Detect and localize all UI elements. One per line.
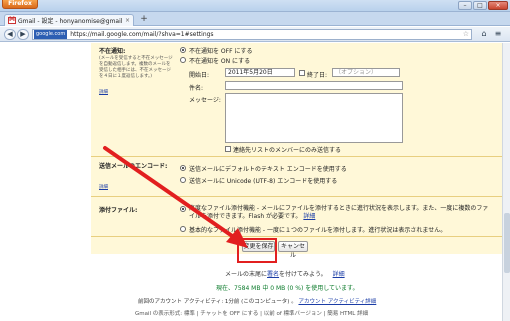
contacts-only-checkbox[interactable] (225, 146, 231, 152)
start-date-label: 開始日: (189, 72, 210, 79)
window-controls: – □ × (458, 1, 508, 10)
window-titlebar: Firefox – □ × (0, 0, 510, 12)
vacation-description: (メールを受信すると不在メッセージを自動返信します。複数のメールを受信した相手に… (99, 56, 173, 79)
new-tab-button[interactable]: + (138, 14, 150, 25)
contacts-only-label[interactable]: 連絡先リストのメンバーにのみ送信する (233, 145, 341, 154)
account-activity: 前回のアカウント アクティビティ: 1分前 (このコンピュータ) 。 アカウント… (138, 297, 376, 305)
tab-title: Gmail - 設定 - honyanomise@gmail.com (18, 18, 123, 25)
tip-detail-link[interactable]: 詳細 (333, 271, 345, 278)
back-button[interactable]: ◀ (4, 29, 16, 40)
save-button-highlight (237, 238, 277, 263)
attachment-advanced-label[interactable]: 高度なファイル添付機能 - メールにファイルを添付するときに進行状況を表示します… (189, 205, 489, 221)
menu-icon[interactable]: ≡ (492, 29, 504, 40)
vertical-scrollbar[interactable] (502, 43, 510, 321)
signature-link[interactable]: 署名 (267, 271, 279, 278)
tip-suffix: を付けてみよう。 (279, 271, 327, 278)
settings-panel: 不在通知: (メールを受信すると不在メッセージを自動返信します。複数のメールを受… (91, 43, 508, 259)
encoding-detail-link[interactable]: 詳細 (99, 185, 108, 191)
section-divider (91, 196, 508, 197)
activity-text: 前回のアカウント アクティビティ: 1分前 (このコンピュータ) 。 (138, 299, 297, 305)
end-date-label: 終了日: (307, 72, 328, 79)
signature-tip: メールの末尾に署名を付けてみよう。 詳細 (225, 269, 345, 278)
vacation-label: 不在通知: (99, 48, 126, 55)
activity-detail-link[interactable]: アカウント アクティビティ詳細 (298, 299, 376, 305)
attachment-advanced-radio[interactable] (180, 206, 186, 212)
close-window-button[interactable]: × (488, 1, 508, 10)
vacation-on-radio[interactable] (180, 57, 186, 63)
home-icon[interactable]: ⌂ (478, 29, 490, 40)
section-divider (91, 156, 508, 157)
attachment-advanced-detail-link[interactable]: 詳細 (303, 213, 315, 220)
bookmark-star-icon[interactable]: ☆ (463, 30, 469, 38)
cancel-button[interactable]: キャンセル (278, 241, 308, 259)
end-date-checkbox[interactable] (299, 70, 305, 76)
section-divider (91, 236, 508, 237)
vacation-detail-link[interactable]: 詳細 (99, 90, 108, 96)
tip-prefix: メールの末尾に (225, 271, 268, 278)
tab-close-icon[interactable]: × (125, 17, 133, 24)
attachments-label: 添付ファイル: (99, 207, 138, 214)
attachment-basic-radio[interactable] (180, 226, 186, 232)
encoding-utf8-radio[interactable] (180, 177, 186, 183)
scrollbar-thumb[interactable] (504, 213, 510, 273)
gmail-favicon-icon (8, 16, 16, 24)
tab-strip: Gmail - 設定 - honyanomise@gmail.com × + (0, 12, 510, 26)
storage-usage: 現在、7584 MB 中 0 MB (0 %) を使用しています。 (216, 285, 359, 292)
firefox-menu-button[interactable]: Firefox (2, 0, 38, 9)
subject-label: 件名: (189, 85, 204, 92)
vacation-off-radio[interactable] (180, 47, 186, 53)
forward-button[interactable]: ▶ (17, 29, 29, 40)
site-identity-badge[interactable]: google.com (34, 30, 68, 39)
subject-field[interactable] (225, 81, 403, 90)
encoding-default-radio[interactable] (180, 165, 186, 171)
message-textarea[interactable] (225, 93, 403, 143)
end-date-field[interactable]: （オプション） (332, 68, 400, 77)
page-content: 不在通知: (メールを受信すると不在メッセージを自動返信します。複数のメールを受… (0, 43, 510, 321)
message-label: メッセージ: (189, 97, 221, 104)
view-options[interactable]: Gmail の表示形式: 標準 | チャットを OFF にする | 以前 of … (135, 309, 368, 317)
vacation-on-label[interactable]: 不在通知を ON にする (189, 56, 250, 65)
encoding-default-label[interactable]: 送信メールにデフォルトのテキスト エンコードを使用する (189, 164, 347, 173)
url-text: https://mail.google.com/mail/?shva=1#set… (70, 31, 214, 38)
vacation-off-label[interactable]: 不在通知を OFF にする (189, 46, 253, 55)
start-date-field[interactable]: 2011年5月20日 (225, 68, 295, 77)
attachment-basic-label[interactable]: 基本的なファイル添付機能 - 一度に１つのファイルを添付します。進行状況は表示さ… (189, 225, 446, 234)
tab-gmail-settings[interactable]: Gmail - 設定 - honyanomise@gmail.com × (4, 14, 134, 26)
attachment-advanced-text: 高度なファイル添付機能 - メールにファイルを添付するときに進行状況を表示します… (189, 205, 489, 220)
address-bar[interactable]: google.com https://mail.google.com/mail/… (32, 29, 472, 40)
minimize-button[interactable]: – (458, 1, 472, 10)
encoding-utf8-label[interactable]: 送信メールに Unicode (UTF-8) エンコードを使用する (189, 176, 337, 185)
navigation-toolbar: ◀ ▶ google.com https://mail.google.com/m… (0, 27, 510, 42)
maximize-button[interactable]: □ (473, 1, 487, 10)
encoding-label: 送信メールのエンコード: (99, 163, 168, 170)
